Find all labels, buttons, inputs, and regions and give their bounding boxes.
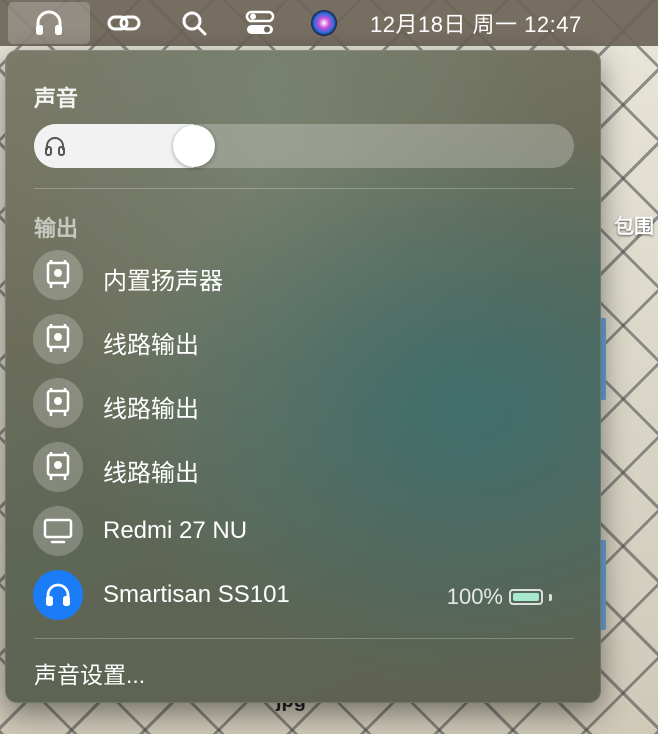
link-icon — [107, 15, 141, 31]
speaker-icon — [33, 314, 83, 364]
siri-icon — [311, 10, 337, 36]
device-label: Redmi 27 NU — [103, 517, 248, 544]
desktop-item-label[interactable]: 包围 — [614, 210, 654, 239]
siri-button[interactable] — [302, 0, 346, 46]
display-icon — [33, 506, 83, 556]
device-label: 线路输出 — [103, 460, 199, 487]
battery-indicator: 100% — [447, 584, 552, 610]
output-device-row[interactable]: Redmi 27 NU — [16, 500, 592, 562]
speaker-icon — [33, 250, 83, 300]
device-label: 线路输出 — [103, 332, 199, 359]
headphones-icon — [45, 137, 65, 156]
menu-bar-clock[interactable]: 12月18日 周一 12:47 — [370, 0, 650, 46]
output-device-row[interactable]: 线路输出 — [16, 436, 592, 498]
sound-settings-link[interactable]: 声音设置... — [34, 656, 145, 690]
volume-slider[interactable] — [34, 124, 574, 168]
spotlight-button[interactable] — [172, 0, 216, 46]
divider — [34, 638, 574, 639]
menu-bar: 12月18日 周一 12:47 — [0, 0, 658, 46]
panel-title: 声音 — [34, 86, 79, 111]
speaker-icon — [33, 442, 83, 492]
battery-percent: 100% — [446, 584, 503, 609]
device-label: 内置扬声器 — [103, 268, 223, 295]
divider — [34, 188, 574, 189]
sound-menu-button[interactable] — [8, 2, 90, 44]
output-device-row[interactable]: Smartisan SS101 100% — [16, 564, 592, 626]
speaker-icon — [33, 378, 83, 428]
control-center-button[interactable] — [236, 0, 284, 46]
search-icon — [182, 11, 207, 36]
headphones-icon — [36, 10, 62, 35]
screen-mirroring-button[interactable] — [100, 0, 148, 46]
headphones-icon — [33, 570, 83, 620]
device-label: Smartisan SS101 — [103, 581, 290, 608]
output-device-row[interactable]: 线路输出 — [16, 372, 592, 434]
volume-slider-knob[interactable] — [173, 125, 215, 167]
control-center-icon — [245, 10, 275, 34]
sound-panel: 声音 输出 内置扬声器 线路输出 线路输出 线路输出 Redmi 27 NU S… — [5, 50, 601, 703]
output-device-row[interactable]: 内置扬声器 — [16, 244, 592, 306]
output-section-title: 输出 — [34, 216, 79, 241]
battery-icon — [509, 589, 543, 605]
output-device-row[interactable]: 线路输出 — [16, 308, 592, 370]
device-label: 线路输出 — [103, 396, 199, 423]
